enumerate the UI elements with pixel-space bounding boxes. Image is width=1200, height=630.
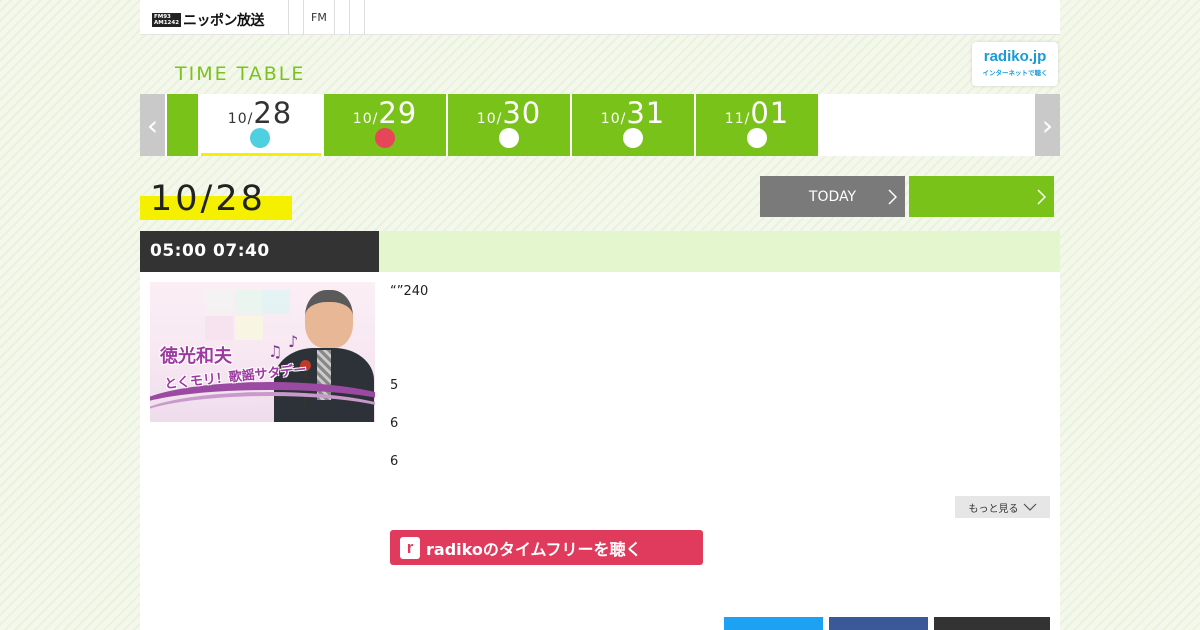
chevron-right-icon [1037,189,1046,205]
program-thumbnail[interactable]: ♫ ♪ 徳光和夫 とくモリ！歌謡サタデー [150,282,375,422]
date-tab-1030[interactable]: 10/30 [448,94,570,156]
program-description: “”240 [390,284,429,299]
music-note-icon: ♪ [288,332,299,351]
date-tab-month: 10/ [600,111,627,127]
nav-item-1[interactable] [288,0,303,35]
more-button[interactable]: もっと見る [955,496,1050,518]
nav-item-4[interactable] [348,0,364,35]
logo-badge: FM93 AM1242 [152,13,182,27]
date-tab-1028[interactable]: 10/28 [199,94,321,156]
date-tab-day: 30 [502,96,542,130]
logo-text: ニッポン放送 [183,13,265,29]
date-tab-month: 10/ [476,111,503,127]
program-time: 05:00 07:40 [140,231,379,272]
chevron-down-icon [1023,503,1036,511]
date-tab-day: 28 [253,96,293,130]
radiko-timefree-button[interactable]: r radikoのタイムフリーを聴く [390,530,703,565]
radiko-link[interactable]: radiko.jp インターネットで聴く [972,42,1058,86]
chevron-right-icon [888,189,897,205]
nav-item-fm[interactable]: FM [303,0,334,35]
today-button[interactable]: TODAY [760,176,905,217]
radiko-logo-text: radiko.jp [983,48,1047,65]
status-dot [499,128,519,148]
thumb-title: 徳光和夫 [160,346,232,367]
date-tab-1031[interactable]: 10/31 [572,94,694,156]
top-bar: FM93 AM1242 ニッポン放送 FM [140,0,1060,35]
chevron-left-icon: ‹ [146,108,159,142]
selected-date-heading: 10/28 [140,179,292,220]
radiko-icon: r [400,536,420,559]
site-logo[interactable]: FM93 AM1242 ニッポン放送 [152,12,265,29]
nav-divider [363,0,365,35]
selected-date-text: 10/28 [150,179,266,219]
thumb-tile [205,316,233,340]
share-twitter-button[interactable] [724,617,823,630]
status-dot [747,128,767,148]
share-line-button[interactable] [934,617,1050,630]
status-dot [623,128,643,148]
date-tab-previous[interactable] [167,94,198,156]
radiko-tagline: インターネットで聴く [982,69,1048,77]
date-tab-1101[interactable]: 11/01 [696,94,818,156]
date-tab-month: 11/ [724,111,751,127]
status-dot [250,128,270,148]
chevron-right-icon: › [1041,108,1054,142]
date-tab-month: 10/ [227,111,254,127]
nav-item-3[interactable] [333,0,349,35]
share-facebook-button[interactable] [829,617,928,630]
radiko-timefree-label: radikoのタイムフリーを聴く [426,539,642,559]
next-day-button[interactable] [909,176,1054,217]
thumb-tile [235,316,263,340]
program-line: 6 [390,454,399,469]
date-tab-month: 10/ [352,111,379,127]
more-label: もっと見る [968,503,1019,515]
thumb-tile [262,290,290,314]
music-note-icon: ♫ [268,342,283,361]
program-card: ♫ ♪ 徳光和夫 とくモリ！歌謡サタデー “”240 5 6 6 もっと見る r… [140,272,1060,630]
status-dot [375,128,395,148]
date-strip: ‹ 10/28 10/29 10/30 10/31 11/01 › [140,94,1060,156]
active-underline [201,153,321,156]
timetable-title: TIME TABLE [175,63,306,85]
date-tab-day: 29 [378,96,418,130]
host-head [305,290,353,348]
program-header: 05:00 07:40 [140,231,1060,272]
today-label: TODAY [808,188,857,205]
logo-badge-bottom: AM1242 [154,20,180,26]
date-tab-day: 01 [750,96,790,130]
program-line: 6 [390,416,399,431]
date-tab-1029[interactable]: 10/29 [324,94,446,156]
date-tab-day: 31 [626,96,666,130]
thumb-tile [205,290,233,314]
prev-dates-button[interactable]: ‹ [140,94,165,156]
next-dates-button[interactable]: › [1035,94,1060,156]
program-line: 5 [390,378,399,393]
top-nav: FM [288,0,365,35]
thumb-tile [235,290,263,314]
